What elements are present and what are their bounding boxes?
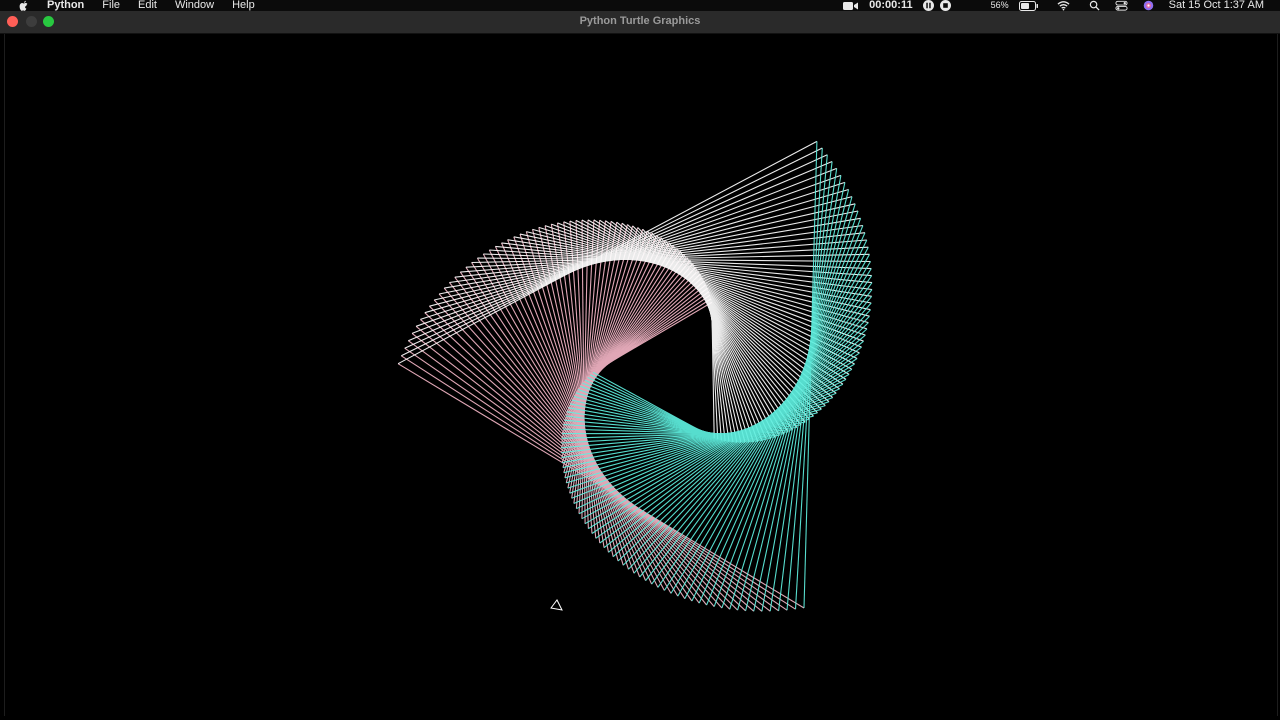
battery-icon[interactable] [1018, 0, 1039, 11]
menu-help[interactable]: Help [232, 0, 255, 11]
menu-bar: Python File Edit Window Help 00:00:11 56… [0, 0, 1280, 11]
wifi-icon[interactable] [1057, 0, 1070, 11]
window-titlebar[interactable]: Python Turtle Graphics [0, 11, 1280, 34]
apple-logo-icon[interactable] [18, 0, 30, 11]
siri-icon[interactable] [1142, 0, 1155, 11]
control-center-icon[interactable] [1115, 0, 1128, 11]
menu-window[interactable]: Window [175, 0, 214, 11]
menu-edit[interactable]: Edit [138, 0, 157, 11]
pause-icon[interactable] [922, 0, 934, 11]
turtle-canvas[interactable] [4, 34, 1278, 716]
menubar-clock[interactable]: Sat 15 Oct 1:37 AM [1169, 0, 1264, 11]
turtle-drawing [5, 34, 1277, 716]
search-icon[interactable] [1088, 0, 1101, 11]
recording-timer: 00:00:11 [869, 0, 913, 11]
window-title: Python Turtle Graphics [579, 15, 701, 27]
app-menu-python[interactable]: Python [47, 0, 84, 11]
video-camera-icon[interactable] [843, 1, 859, 11]
battery-percent: 56% [990, 0, 1009, 10]
menu-file[interactable]: File [102, 0, 120, 11]
stop-icon[interactable] [939, 0, 951, 11]
